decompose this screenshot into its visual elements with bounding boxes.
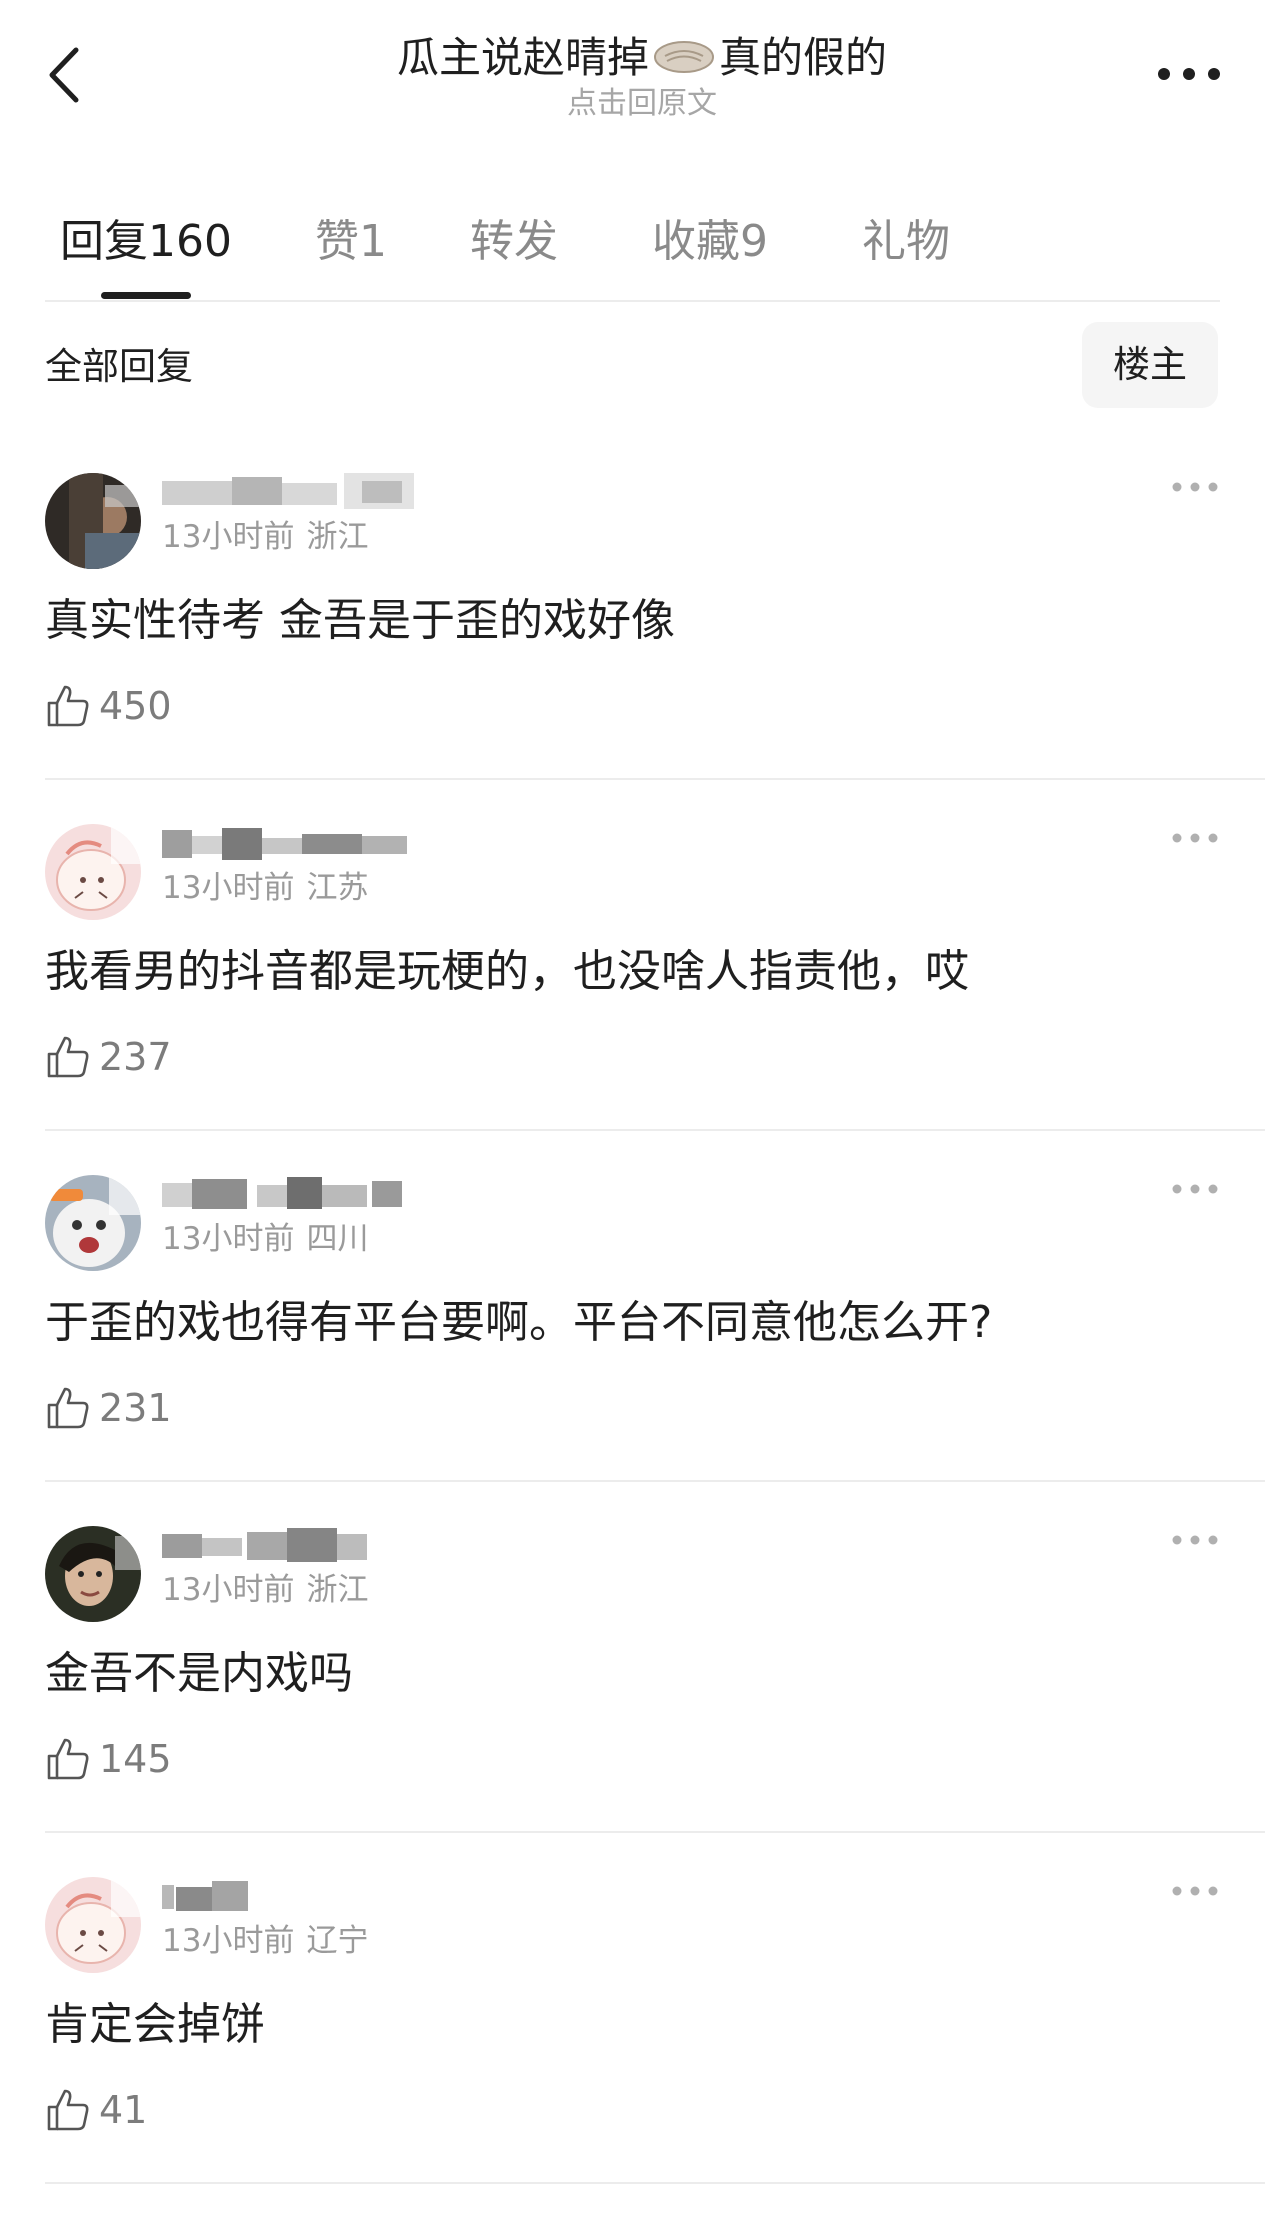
comment-more-icon[interactable] — [1170, 1530, 1220, 1550]
thumbs-up-icon — [47, 2089, 89, 2131]
comment-item: 13小时前 辽宁 肯定会掉饼 41 — [0, 1867, 1284, 2217]
active-tab-indicator — [101, 292, 191, 299]
tab-gifts-label: 礼物 — [862, 216, 950, 267]
comment-item: 13小时前 浙江 金吾不是内戏吗 145 — [0, 1516, 1284, 1866]
comment-location: 浙江 — [306, 1572, 369, 1608]
tab-gifts[interactable]: 礼物 — [862, 212, 950, 272]
comment-divider — [45, 1831, 1265, 1833]
comment-meta: 13小时前 辽宁 — [162, 1919, 368, 1963]
comment-item: 13小时前 江苏 我看男的抖音都是玩梗的，也没啥人指责他，哎 237 — [0, 814, 1284, 1164]
tab-favorites[interactable]: 收藏9 — [652, 212, 768, 272]
tab-replies-label: 回复 — [60, 216, 148, 267]
comment-text: 于歪的戏也得有平台要啊。平台不同意他怎么开? — [45, 1297, 993, 1348]
bun-icon — [654, 40, 714, 73]
blurred-username[interactable] — [162, 473, 432, 513]
like-count: 231 — [99, 1386, 172, 1430]
tab-likes-label: 赞 — [315, 216, 359, 267]
comment-more-icon[interactable] — [1170, 828, 1220, 848]
tab-likes[interactable]: 赞1 — [315, 212, 387, 272]
like-count: 450 — [99, 684, 172, 728]
comment-meta: 13小时前 浙江 — [162, 1568, 368, 1612]
comment-time: 13小时前 — [162, 1221, 295, 1257]
post-title-start: 瓜主说赵晴掉 — [396, 33, 649, 82]
comment-text: 肯定会掉饼 — [45, 1999, 265, 2050]
comment-more-icon[interactable] — [1170, 1881, 1220, 1901]
avatar[interactable] — [45, 1526, 141, 1622]
comment-item: 13小时前 四川 于歪的戏也得有平台要啊。平台不同意他怎么开? 231 — [0, 1165, 1284, 1515]
tab-reposts[interactable]: 转发 — [470, 212, 558, 272]
comment-meta: 13小时前 浙江 — [162, 515, 368, 559]
comment-divider — [45, 1129, 1265, 1131]
comment-time: 13小时前 — [162, 1572, 295, 1608]
view-original-link[interactable]: 点击回原文 — [0, 84, 1284, 124]
avatar[interactable] — [45, 1877, 141, 1973]
avatar[interactable] — [45, 1175, 141, 1271]
tab-favorites-label: 收藏 — [652, 216, 740, 267]
thumbs-up-icon — [47, 1387, 89, 1429]
top-nav-bar: 瓜主说赵晴掉 真的假的 点击回原文 — [0, 0, 1284, 150]
comment-text: 真实性待考 金吾是于歪的戏好像 — [45, 595, 675, 646]
comment-item: 13小时前 浙江 真实性待考 金吾是于歪的戏好像 450 — [0, 463, 1284, 813]
comment-divider — [45, 2182, 1265, 2184]
interaction-tabs: 回复160 赞1 转发 收藏9 礼物 — [45, 200, 1225, 300]
tab-favorites-count: 9 — [740, 216, 768, 267]
all-replies-heading: 全部回复 — [45, 345, 193, 388]
tab-replies-count: 160 — [148, 216, 232, 267]
post-title-end: 真的假的 — [719, 33, 888, 82]
comment-divider — [45, 778, 1265, 780]
comment-location: 浙江 — [306, 519, 369, 555]
comment-location: 四川 — [306, 1221, 369, 1257]
comment-time: 13小时前 — [162, 870, 295, 906]
tabs-divider — [45, 300, 1220, 302]
comment-time: 13小时前 — [162, 1923, 295, 1959]
thumbs-up-icon — [47, 1738, 89, 1780]
owner-only-filter-button[interactable]: 楼主 — [1082, 322, 1218, 408]
more-options-icon[interactable] — [1154, 56, 1224, 92]
post-title: 瓜主说赵晴掉 真的假的 — [0, 30, 1284, 86]
comment-meta: 13小时前 江苏 — [162, 866, 368, 910]
like-count: 145 — [99, 1737, 172, 1781]
comment-location: 江苏 — [306, 870, 369, 906]
like-count: 41 — [99, 2088, 148, 2132]
thumbs-up-icon — [47, 1036, 89, 1078]
comment-more-icon[interactable] — [1170, 1179, 1220, 1199]
avatar[interactable] — [45, 473, 141, 569]
comment-text: 金吾不是内戏吗 — [45, 1648, 353, 1699]
blurred-username[interactable] — [162, 1175, 432, 1215]
tab-reposts-label: 转发 — [470, 216, 558, 267]
tab-replies[interactable]: 回复160 — [60, 212, 232, 272]
comment-text: 我看男的抖音都是玩梗的，也没啥人指责他，哎 — [45, 946, 969, 997]
comment-location: 辽宁 — [306, 1923, 369, 1959]
avatar[interactable] — [45, 824, 141, 920]
comment-meta: 13小时前 四川 — [162, 1217, 368, 1261]
like-count: 237 — [99, 1035, 172, 1079]
tab-likes-count: 1 — [359, 216, 387, 267]
blurred-username[interactable] — [162, 1526, 432, 1566]
blurred-username[interactable] — [162, 1877, 432, 1917]
comment-divider — [45, 1480, 1265, 1482]
blurred-username[interactable] — [162, 824, 432, 864]
comment-time: 13小时前 — [162, 519, 295, 555]
thumbs-up-icon — [47, 685, 89, 727]
comment-more-icon[interactable] — [1170, 477, 1220, 497]
